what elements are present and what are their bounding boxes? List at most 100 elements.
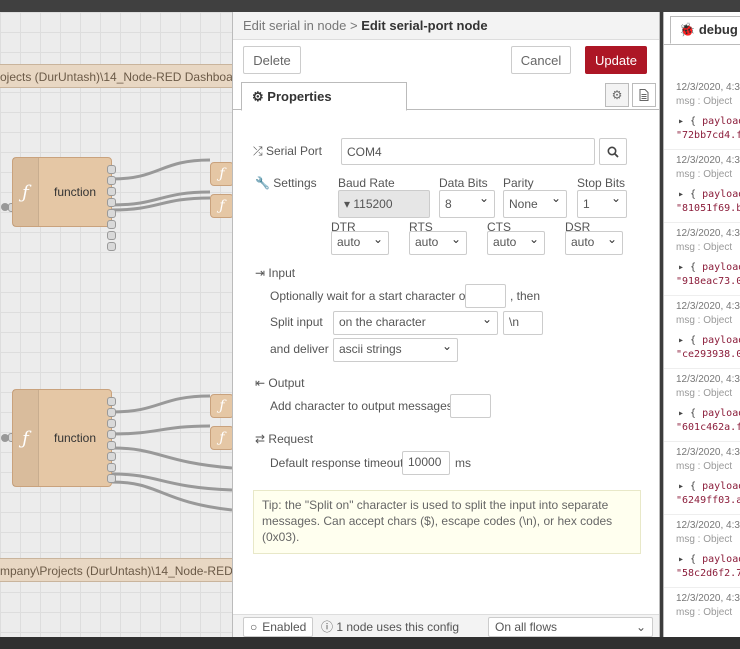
expand-arrow-icon[interactable]: ▸	[678, 554, 684, 565]
node-output-port[interactable]	[107, 198, 116, 207]
expand-arrow-icon[interactable]: ▸	[678, 408, 684, 419]
node-output-port[interactable]	[107, 165, 116, 174]
serial-port-input[interactable]: COM4	[341, 138, 595, 165]
add-char-text: Add character to output messages	[270, 399, 453, 413]
tab-debug[interactable]: 🐞 debug	[670, 16, 740, 44]
description-icon[interactable]	[632, 83, 656, 107]
function-node[interactable]: ƒ function	[12, 157, 112, 227]
sign-in-icon: ⇥	[255, 266, 266, 280]
node-output-port[interactable]	[107, 474, 116, 483]
settings-label: 🔧 Settings	[255, 176, 317, 190]
caret-down-icon: ▾	[344, 197, 351, 211]
expand-arrow-icon[interactable]: ▸	[678, 481, 684, 492]
baud-rate-label: Baud Rate	[338, 176, 395, 190]
group-label-bottom: mpany\Projects (DurUntash)\14_Node-RED D	[0, 558, 232, 582]
expand-arrow-icon[interactable]: ▸	[678, 116, 684, 127]
timeout-input[interactable]: 10000	[402, 451, 450, 475]
function-icon: ƒ	[13, 158, 39, 226]
shuffle-icon: ⤮	[253, 144, 263, 158]
group-label-top: ojects (DurUntash)\14_Node-RED Dashboard	[0, 64, 232, 88]
input-section-label: ⇥ Input	[255, 266, 296, 280]
cts-select[interactable]: auto	[487, 231, 545, 255]
then-text: , then	[510, 289, 541, 303]
node-output-port[interactable]	[107, 430, 116, 439]
serial-port-search-button[interactable]	[599, 138, 627, 165]
node-output-port[interactable]	[107, 408, 116, 417]
output-section-label: ⇤ Output	[255, 376, 305, 390]
scope-select[interactable]: On all flows ⌄	[488, 617, 653, 637]
dsr-select[interactable]: auto	[565, 231, 623, 255]
output-char-input[interactable]	[450, 394, 491, 418]
debug-tab-divider	[664, 44, 740, 45]
node-output-port[interactable]	[107, 176, 116, 185]
parity-label: Parity	[503, 176, 534, 190]
node-label: function	[53, 185, 97, 199]
wait-start-text: Optionally wait for a start character of	[270, 289, 469, 303]
node-output-port[interactable]	[107, 397, 116, 406]
debug-message[interactable]: 12/3/2020, 4:36: msg : Object ▸ { payloa…	[664, 223, 740, 296]
tab-properties[interactable]: ⚙ Properties	[241, 82, 407, 111]
split-char-input[interactable]: \n	[503, 311, 543, 335]
function-node-partial[interactable]: ƒ	[210, 394, 232, 418]
timeout-text: Default response timeout	[270, 456, 404, 470]
debug-message[interactable]: 12/3/2020, 4:36: msg : Object ▸ { payloa…	[664, 150, 740, 223]
node-output-port[interactable]	[107, 231, 116, 240]
start-char-input[interactable]	[465, 284, 506, 308]
debug-message[interactable]: 12/3/2020, 4:36: msg : Object ▸ { payloa…	[664, 77, 740, 150]
breadcrumb-parent[interactable]: Edit serial in node	[243, 18, 346, 33]
search-icon	[607, 145, 619, 158]
stop-bits-select[interactable]: 1	[577, 190, 627, 218]
wrench-icon: 🔧	[255, 176, 270, 190]
node-output-port[interactable]	[107, 419, 116, 428]
debug-message[interactable]: 12/3/2020, 4:37: msg : Object ▸ { payloa…	[664, 442, 740, 515]
function-node-partial[interactable]: ƒ	[210, 426, 232, 450]
node-output-port[interactable]	[107, 209, 116, 218]
debug-message[interactable]: 12/3/2020, 4:37: msg : Object ▸ { payloa…	[664, 515, 740, 588]
top-bar	[0, 0, 740, 12]
split-input-select[interactable]: on the character	[333, 311, 498, 335]
cancel-button[interactable]: Cancel	[511, 46, 571, 74]
baud-rate-combo[interactable]: ▾ 115200	[338, 190, 430, 218]
node-output-port[interactable]	[107, 220, 116, 229]
bottom-bar	[0, 637, 740, 649]
node-output-port[interactable]	[107, 441, 116, 450]
debug-message[interactable]: 12/3/2020, 4:36: msg : Object ▸ { payloa…	[664, 369, 740, 442]
function-node-partial[interactable]: ƒ	[210, 162, 232, 186]
stop-bits-label: Stop Bits	[577, 176, 626, 190]
expand-arrow-icon[interactable]: ▸	[678, 335, 684, 346]
timeout-unit: ms	[455, 456, 471, 470]
enabled-toggle[interactable]: ○ Enabled	[243, 617, 313, 637]
function-node[interactable]: ƒ function	[12, 389, 112, 487]
deliver-label: and deliver	[270, 342, 329, 356]
deliver-select[interactable]: ascii strings	[333, 338, 458, 362]
tray-footer: ○ Enabled ⓘ 1 node uses this config On a…	[233, 614, 659, 637]
info-icon: ⓘ	[321, 620, 334, 634]
dtr-select[interactable]: auto	[331, 231, 389, 255]
tray-title: Edit serial-port node	[361, 18, 488, 33]
data-bits-label: Data Bits	[439, 176, 488, 190]
breadcrumb-separator: >	[349, 18, 358, 33]
parity-select[interactable]: None	[503, 190, 567, 218]
function-icon: ƒ	[13, 390, 39, 486]
delete-button[interactable]: Delete	[243, 46, 301, 74]
update-button[interactable]: Update	[585, 46, 647, 74]
function-node-partial[interactable]: ƒ	[210, 194, 232, 218]
tip-box: Tip: the "Split on" character is used to…	[253, 490, 641, 554]
rts-select[interactable]: auto	[409, 231, 467, 255]
debug-message[interactable]: 12/3/2020, 4:37: msg : Object	[664, 588, 740, 637]
serial-port-label: ⤮ Serial Port	[253, 144, 322, 158]
node-output-port[interactable]	[107, 452, 116, 461]
chevron-down-icon: ⌄	[635, 620, 646, 634]
debug-message[interactable]: 12/3/2020, 4:36: msg : Object ▸ { payloa…	[664, 296, 740, 369]
tray-breadcrumb: Edit serial in node > Edit serial-port n…	[233, 12, 659, 40]
node-output-port[interactable]	[107, 463, 116, 472]
edit-tray: Edit serial in node > Edit serial-port n…	[232, 12, 660, 637]
node-output-port[interactable]	[107, 187, 116, 196]
expand-arrow-icon[interactable]: ▸	[678, 262, 684, 273]
bug-icon: 🐞	[679, 22, 696, 37]
flow-workspace[interactable]: ojects (DurUntash)\14_Node-RED Dashboard…	[0, 12, 232, 637]
expand-arrow-icon[interactable]: ▸	[678, 189, 684, 200]
settings-gear-icon[interactable]: ⚙	[605, 83, 629, 107]
node-output-port[interactable]	[107, 242, 116, 251]
data-bits-select[interactable]: 8	[439, 190, 495, 218]
